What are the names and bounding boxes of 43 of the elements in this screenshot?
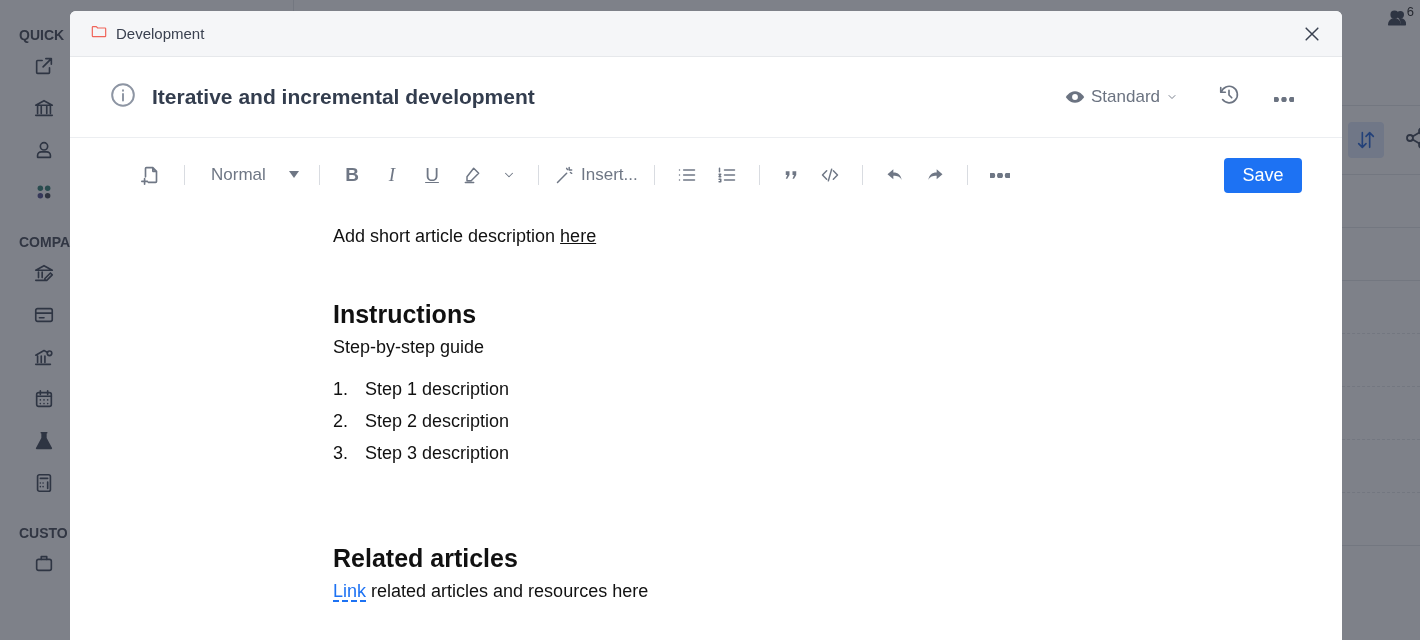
article-title: Iterative and incremental development xyxy=(152,85,536,109)
sidebar-section-heading: CUSTO xyxy=(19,525,68,541)
text-style-select[interactable]: Normal xyxy=(197,165,307,185)
paragraph: Add short article description here xyxy=(333,225,598,248)
section-heading: Instructions xyxy=(333,300,478,329)
insert-button[interactable]: Insert... xyxy=(551,165,642,185)
highlighter-icon xyxy=(462,165,482,185)
folder-icon xyxy=(90,23,108,40)
numbered-list-icon xyxy=(716,165,737,185)
history-icon[interactable] xyxy=(1218,84,1240,106)
people-icon[interactable] xyxy=(1386,8,1407,28)
sort-button[interactable] xyxy=(1348,122,1384,158)
list-number: 1. xyxy=(333,379,349,400)
list-item-text: Step 2 description xyxy=(365,411,510,432)
sidebar-section-heading: QUICK xyxy=(19,27,65,43)
magic-wand-icon xyxy=(555,165,575,185)
info-icon xyxy=(110,82,136,108)
link[interactable]: here xyxy=(560,226,597,246)
list-number: 2. xyxy=(333,411,349,432)
italic-button[interactable]: I xyxy=(382,164,402,186)
code-icon xyxy=(819,165,840,185)
paragraph: Link related articles and resources here xyxy=(333,580,650,603)
sort-arrows-icon xyxy=(1355,129,1377,151)
bank-icon[interactable] xyxy=(33,97,55,119)
view-select[interactable]: Standard xyxy=(1065,87,1178,107)
external-link-icon[interactable] xyxy=(33,55,55,77)
bank-pencil-icon[interactable] xyxy=(33,262,55,284)
member-count: 6 xyxy=(1406,4,1414,19)
list-item-text: Step 1 description xyxy=(365,379,510,400)
save-button[interactable]: Save xyxy=(1224,157,1302,193)
bold-button[interactable]: B xyxy=(342,164,362,186)
underline-button[interactable]: U xyxy=(422,164,442,186)
list-item-text: Step 3 description xyxy=(365,443,510,464)
paragraph: Step-by-step guide xyxy=(333,336,486,359)
calendar-icon[interactable] xyxy=(33,388,55,410)
dropdown-triangle-icon xyxy=(289,171,299,179)
link[interactable]: Link xyxy=(333,581,367,601)
list-number: 3. xyxy=(333,443,349,464)
sidebar-section-heading: COMPA xyxy=(19,234,71,250)
section-heading: Related articles xyxy=(333,544,519,573)
more-icon[interactable] xyxy=(1274,97,1294,102)
flask-icon[interactable] xyxy=(33,430,55,452)
more-icon xyxy=(989,172,1010,178)
